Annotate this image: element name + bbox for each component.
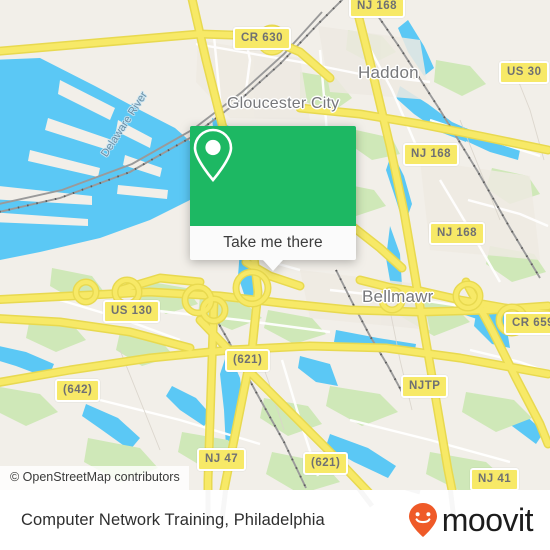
popup-header — [190, 126, 356, 226]
map-canvas[interactable]: Gloucester City Haddon Bellmawr Delaware… — [0, 0, 550, 490]
screenshot-root: Gloucester City Haddon Bellmawr Delaware… — [0, 0, 550, 550]
map-pin-icon — [193, 128, 233, 182]
moovit-wordmark: moovit — [441, 502, 534, 538]
location-popup[interactable]: Take me there — [190, 126, 356, 271]
popup-pointer-tail — [263, 260, 283, 271]
page-title: Computer Network Training, Philadelphia — [21, 510, 325, 529]
take-me-there-button[interactable]: Take me there — [223, 234, 323, 252]
popup-action-bar[interactable]: Take me there — [190, 226, 356, 271]
osm-attribution[interactable]: © OpenStreetMap contributors — [0, 466, 189, 490]
footer-bar: Computer Network Training, Philadelphia … — [0, 490, 550, 550]
moovit-smiling-pin-icon — [408, 503, 437, 537]
moovit-brand-logo[interactable]: moovit — [406, 502, 534, 538]
